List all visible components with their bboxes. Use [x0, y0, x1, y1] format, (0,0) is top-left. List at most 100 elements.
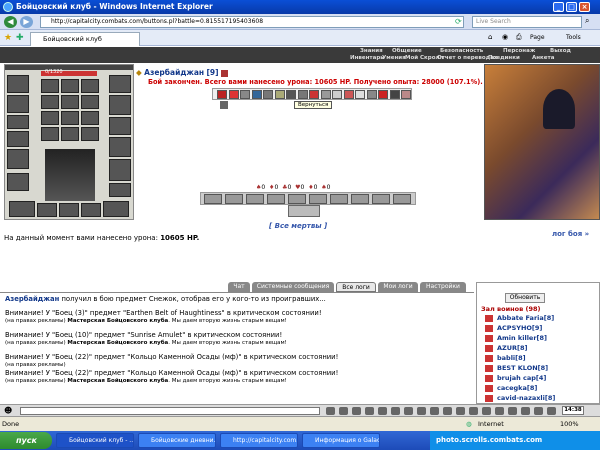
- chat-tab[interactable]: Мои логи: [378, 282, 418, 292]
- toolbar-icon[interactable]: [547, 407, 556, 415]
- item-slot[interactable]: [109, 117, 131, 135]
- player-name[interactable]: Abbate Faria[8]: [497, 314, 554, 322]
- toolbar-icon[interactable]: [508, 407, 517, 415]
- nav-item[interactable]: Знания: [360, 48, 383, 54]
- item-slot[interactable]: [41, 127, 59, 141]
- action-icon[interactable]: [378, 90, 388, 99]
- action-icon[interactable]: [366, 90, 377, 99]
- nav-item[interactable]: Общение: [392, 48, 422, 54]
- toolbar-icon[interactable]: [339, 407, 348, 415]
- player-icon[interactable]: [485, 365, 493, 372]
- nav-item[interactable]: Анкета: [532, 55, 554, 61]
- action-icon[interactable]: [274, 90, 285, 99]
- player-name[interactable]: ACPSYHO[9]: [497, 324, 542, 332]
- url-input[interactable]: http://capitalcity.combats.com/buttons.p…: [40, 16, 464, 28]
- ad-link[interactable]: Мастерская Бойцовского клуба: [67, 318, 168, 324]
- taskbar-item[interactable]: http://capitalcity.com...: [220, 433, 298, 448]
- home-icon[interactable]: ⌂: [488, 33, 492, 41]
- item-slot[interactable]: [7, 173, 29, 191]
- close-button[interactable]: ×: [579, 2, 590, 12]
- player-icon[interactable]: [485, 355, 493, 362]
- toolbar-icon[interactable]: [495, 407, 504, 415]
- back-button[interactable]: ◀: [4, 16, 17, 28]
- player-icon[interactable]: [485, 325, 493, 332]
- forward-button[interactable]: ▶: [20, 16, 33, 28]
- item-slot[interactable]: [9, 201, 35, 217]
- nav-item[interactable]: Поединки: [488, 55, 520, 61]
- battle-log-link[interactable]: лог боя »: [552, 230, 589, 238]
- item-slot[interactable]: [7, 95, 29, 113]
- skill-icon[interactable]: [351, 194, 369, 204]
- action-icon[interactable]: [251, 90, 262, 99]
- item-slot[interactable]: [37, 203, 57, 217]
- ad-link[interactable]: Мастерская Бойцовского клуба: [67, 340, 168, 346]
- add-favorite-icon[interactable]: ✚: [16, 33, 24, 43]
- toolbar-icon[interactable]: [521, 407, 530, 415]
- chat-input[interactable]: [20, 407, 320, 415]
- player-icon[interactable]: [485, 395, 493, 402]
- item-slot[interactable]: [109, 137, 131, 157]
- toolbar-icon[interactable]: [326, 407, 335, 415]
- nav-item[interactable]: Выход: [550, 48, 571, 54]
- action-icon[interactable]: [228, 90, 239, 99]
- start-button[interactable]: пуск: [0, 432, 52, 449]
- action-icon[interactable]: [320, 90, 331, 99]
- player-name[interactable]: cavid-nazaxli[8]: [497, 394, 555, 402]
- action-icon[interactable]: [309, 90, 319, 99]
- toolbar-icon[interactable]: [443, 407, 452, 415]
- taskbar-item[interactable]: Бойцовские дневни...: [138, 433, 216, 448]
- maximize-button[interactable]: □: [566, 2, 577, 12]
- item-slot[interactable]: [41, 79, 59, 93]
- action-icon[interactable]: [389, 90, 400, 99]
- action-icon[interactable]: [263, 90, 273, 99]
- item-slot[interactable]: [61, 95, 79, 109]
- skill-icon[interactable]: [246, 194, 264, 204]
- item-slot[interactable]: [59, 203, 79, 217]
- ad-link[interactable]: Мастерская Бойцовского клуба: [67, 378, 168, 384]
- player-name[interactable]: cacegka[8]: [497, 384, 537, 392]
- action-icon[interactable]: [355, 90, 365, 99]
- player-icon[interactable]: [485, 315, 493, 322]
- item-slot[interactable]: [41, 111, 59, 125]
- toolbar-icon[interactable]: [352, 407, 361, 415]
- nav-item[interactable]: Персонаж: [503, 48, 535, 54]
- item-slot[interactable]: [61, 79, 79, 93]
- player-name[interactable]: Amin killer[8]: [497, 334, 547, 342]
- item-slot[interactable]: [7, 131, 29, 147]
- item-slot[interactable]: [109, 75, 131, 93]
- small-icon[interactable]: [220, 101, 228, 109]
- toolbar-icon[interactable]: [430, 407, 439, 415]
- toolbar-icon[interactable]: [534, 407, 543, 415]
- player-name[interactable]: BEST KLON[8]: [497, 364, 548, 372]
- skill-icon[interactable]: [288, 194, 306, 204]
- toolbar-icon[interactable]: [482, 407, 491, 415]
- nav-item[interactable]: Безопасность: [440, 48, 483, 54]
- toolbar-icon[interactable]: [456, 407, 465, 415]
- skill-icon[interactable]: [330, 194, 348, 204]
- all-dead-link[interactable]: [ Все мертвы ]: [269, 222, 327, 230]
- skill-icon[interactable]: [267, 194, 285, 204]
- print-icon[interactable]: ⎙: [516, 33, 522, 42]
- item-slot[interactable]: [109, 159, 131, 181]
- refresh-button[interactable]: Обновить: [505, 293, 545, 303]
- action-icon[interactable]: [286, 90, 296, 99]
- action-icon[interactable]: [297, 90, 308, 99]
- toolbar-icon[interactable]: [404, 407, 413, 415]
- skill-icon[interactable]: [204, 194, 222, 204]
- item-slot[interactable]: [7, 149, 29, 169]
- item-slot[interactable]: [103, 201, 129, 217]
- refresh-icon[interactable]: ⟳: [455, 17, 462, 26]
- tab-active[interactable]: Бойцовский клуб: [30, 32, 140, 46]
- action-icon[interactable]: [343, 90, 354, 99]
- feeds-icon[interactable]: ◉: [502, 33, 508, 41]
- action-icon[interactable]: [401, 90, 411, 99]
- minimize-button[interactable]: _: [553, 2, 564, 12]
- item-slot[interactable]: [41, 95, 59, 109]
- player-icon[interactable]: [485, 335, 493, 342]
- item-slot[interactable]: [61, 111, 79, 125]
- taskbar-item[interactable]: Информация о Galac...: [302, 433, 380, 448]
- item-slot[interactable]: [81, 111, 99, 125]
- item-slot[interactable]: [7, 75, 29, 93]
- toolbar-icon[interactable]: [378, 407, 387, 415]
- chat-player-name[interactable]: Азербайджан: [5, 295, 59, 303]
